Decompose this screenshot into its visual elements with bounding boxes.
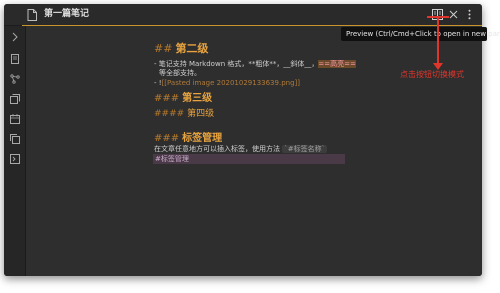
heading-text: 第二级 [175, 42, 209, 55]
heading-text: 第三级 [182, 93, 213, 104]
list-text: - 笔记支持 Markdown 格式，**粗体**，__斜体__， [154, 60, 319, 68]
list-item-continuation: 等全部支持。 [159, 69, 201, 77]
heading-level-2: ## 第二级 [154, 40, 208, 56]
command-icon[interactable] [10, 154, 20, 164]
heading-level-3: ### 第三级 [154, 89, 212, 104]
list-text: - ! [154, 79, 162, 87]
switcher-icon[interactable] [10, 94, 20, 104]
heading-marker: ## [154, 42, 173, 55]
inline-code: `#标签名称` [282, 145, 328, 153]
list-item-image: - ![[Pasted image 20201029133639.png]] [154, 79, 300, 88]
highlight-text: ==高亮== [318, 60, 356, 68]
annotation-arrow [437, 16, 439, 66]
tag-usage-line: 在文章任意地方可以插入标签，使用方法 `#标签名称` [154, 145, 328, 154]
tab-title[interactable]: 第一篇笔记 [44, 8, 89, 21]
heading-marker: #### [154, 109, 185, 119]
heading-text: 第四级 [187, 109, 215, 119]
file-icon[interactable] [10, 54, 20, 64]
heading-level-4: #### 第四级 [154, 106, 214, 119]
image-embed-link[interactable]: [[Pasted image 20201029133639.png]] [162, 79, 300, 87]
calendar-icon[interactable] [10, 114, 20, 124]
heading-text: 标签管理 [182, 133, 223, 144]
document-icon [27, 9, 37, 21]
heading-marker: ### [154, 93, 180, 104]
heading-marker: ### [154, 133, 180, 144]
preview-tooltip: Preview (Ctrl/Cmd+Click to open in new p… [341, 27, 500, 41]
more-options-icon[interactable] [464, 9, 475, 20]
left-ribbon [4, 26, 26, 276]
heading-tag-management: ### 标签管理 [154, 129, 222, 144]
editor-content[interactable]: ## 第二级 - 笔记支持 Markdown 格式，**粗体**，__斜体__，=… [26, 26, 482, 276]
tag-usage-text: 在文章任意地方可以插入标签，使用方法 [154, 145, 280, 153]
editor-window: 第一篇笔记 ## 第二级 - 笔记支持 Markdown 格式，**粗体**，_… [4, 4, 482, 276]
copy-icon[interactable] [10, 134, 20, 144]
annotation-label: 点击按钮切换模式 [400, 70, 464, 79]
list-item-formatting: - 笔记支持 Markdown 格式，**粗体**，__斜体__，==高亮== [154, 60, 356, 69]
tag-line[interactable]: #标签管理 [153, 154, 345, 164]
close-icon[interactable] [448, 9, 459, 20]
title-bar: 第一篇笔记 [4, 4, 482, 26]
expand-chevron-icon[interactable] [10, 32, 20, 42]
graph-icon[interactable] [10, 74, 20, 84]
